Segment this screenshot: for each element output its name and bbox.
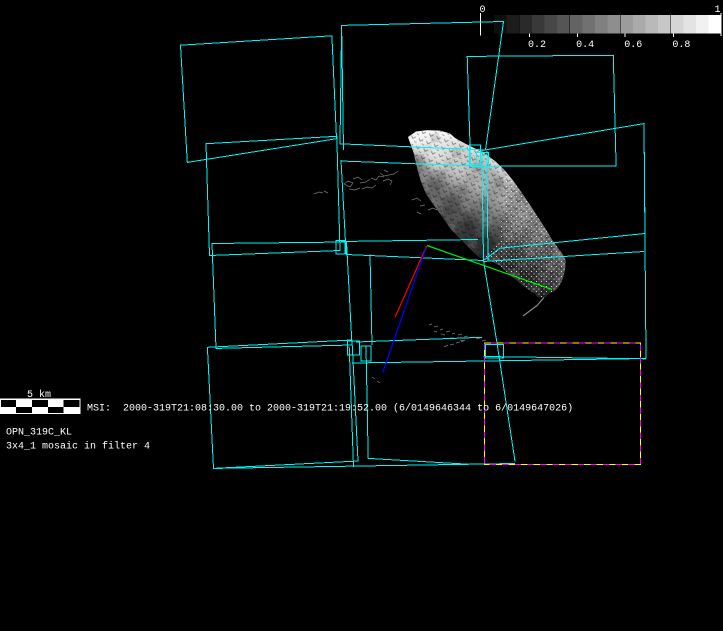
svg-text:OPN_319C_KL: OPN_319C_KL <box>6 428 72 439</box>
svg-text:1: 1 <box>715 5 721 16</box>
svg-text:3x4_1 mosaic in filter 4: 3x4_1 mosaic in filter 4 <box>6 441 150 453</box>
svg-text:0.6: 0.6 <box>624 40 642 51</box>
svg-text:0.4: 0.4 <box>576 40 594 51</box>
svg-text:0.2: 0.2 <box>528 40 546 51</box>
svg-text:0.8: 0.8 <box>672 40 690 51</box>
svg-text:MSI: 2000-319T21:08:30.00 to: MSI: 2000-319T21:08:30.00 to 2000-319T21… <box>87 403 573 415</box>
svg-text:0: 0 <box>480 5 486 16</box>
